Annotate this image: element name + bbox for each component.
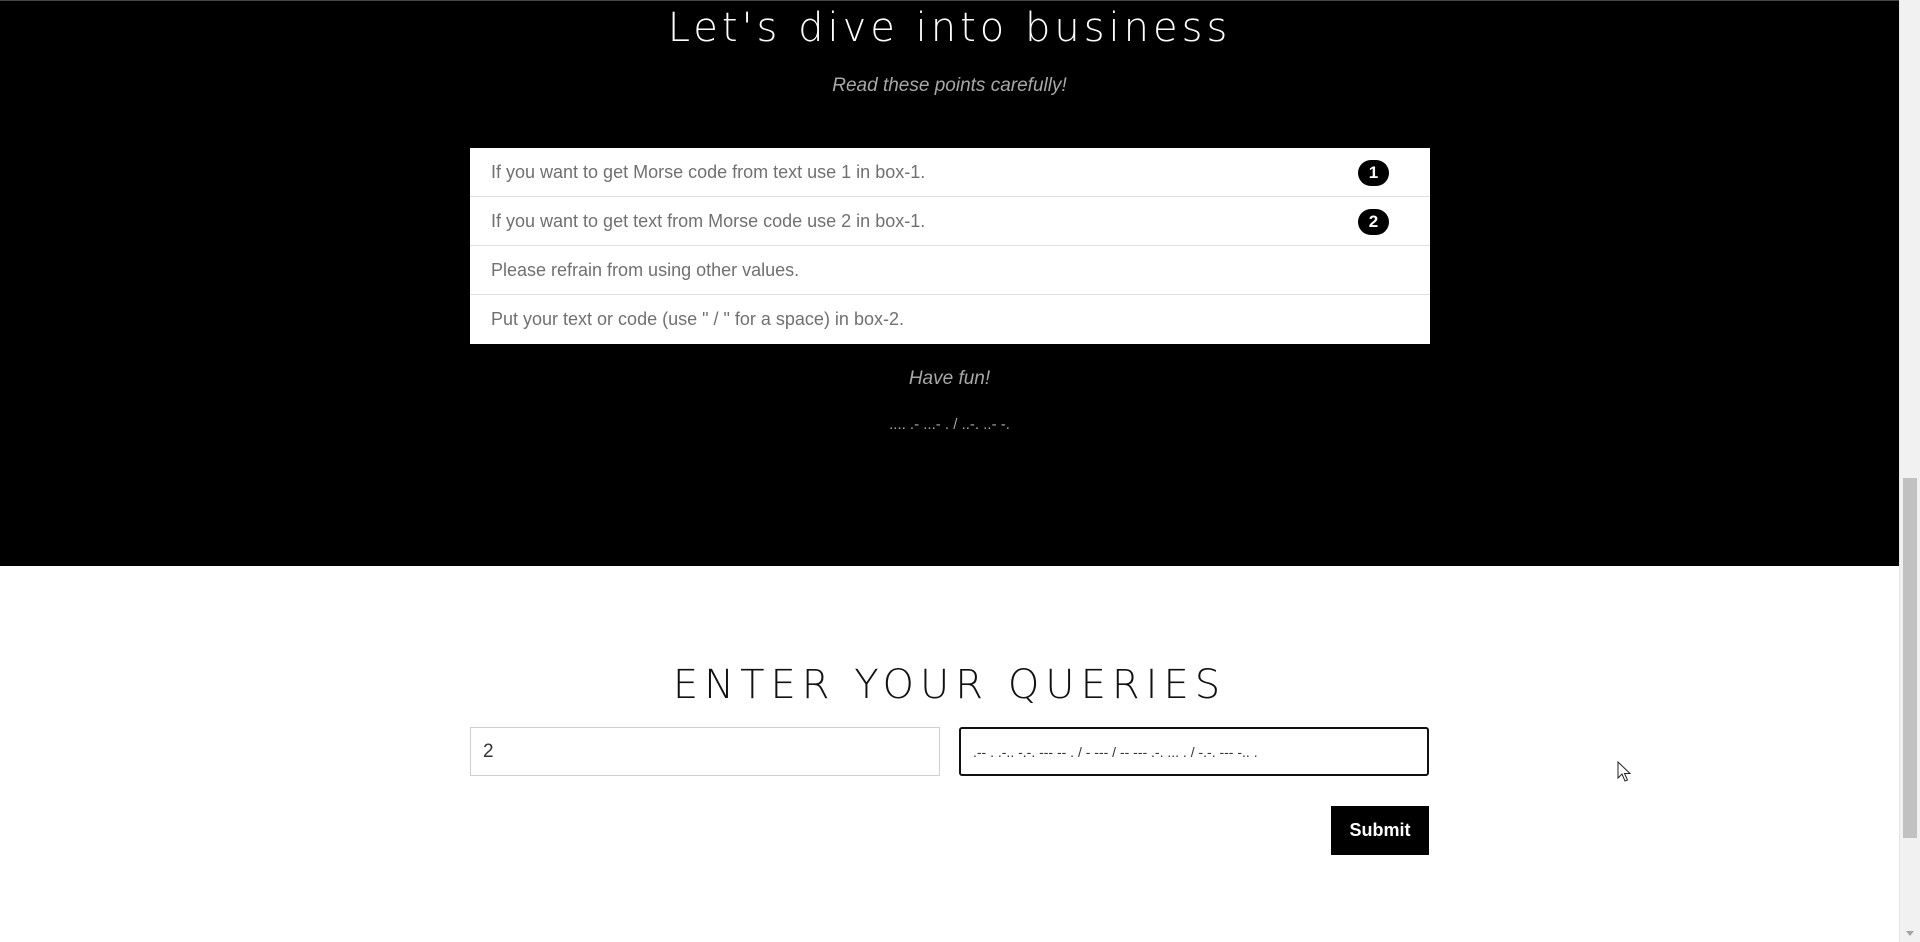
instruction-list: If you want to get Morse code from text …: [470, 148, 1430, 344]
business-section-title: Let's dive into business: [667, 5, 1232, 51]
box-1-mode-input[interactable]: [470, 727, 940, 776]
instruction-text: If you want to get text from Morse code …: [491, 211, 926, 231]
page-viewport: Let's dive into business Read these poin…: [0, 0, 1899, 942]
scroll-down-arrow-icon[interactable]: [1906, 931, 1914, 936]
list-item: Please refrain from using other values.: [470, 246, 1430, 295]
query-section-title: ENTER YOUR QUERIES: [672, 662, 1227, 708]
submit-button[interactable]: Submit: [1331, 806, 1429, 855]
list-item: If you want to get text from Morse code …: [470, 197, 1430, 246]
business-section-subtitle: Read these points carefully!: [832, 75, 1067, 96]
list-item: If you want to get Morse code from text …: [470, 148, 1430, 197]
mouse-pointer-icon: [1617, 761, 1631, 782]
scrollbar-thumb[interactable]: [1903, 478, 1917, 838]
morse-sign-text: .... .- ...- . / ..-. ..- -.: [889, 416, 1010, 433]
instruction-text: If you want to get Morse code from text …: [491, 162, 926, 182]
instruction-text: Put your text or code (use " / " for a s…: [491, 309, 904, 329]
business-section: Let's dive into business Read these poin…: [0, 0, 1899, 566]
list-item: Put your text or code (use " / " for a s…: [470, 295, 1430, 344]
step-badge: 1: [1358, 160, 1389, 186]
vertical-scrollbar[interactable]: [1899, 0, 1920, 942]
closing-text: Have fun!: [908, 368, 991, 389]
box-2-text-input[interactable]: [959, 727, 1429, 776]
instruction-text: Please refrain from using other values.: [491, 260, 800, 280]
step-badge: 2: [1358, 209, 1389, 235]
